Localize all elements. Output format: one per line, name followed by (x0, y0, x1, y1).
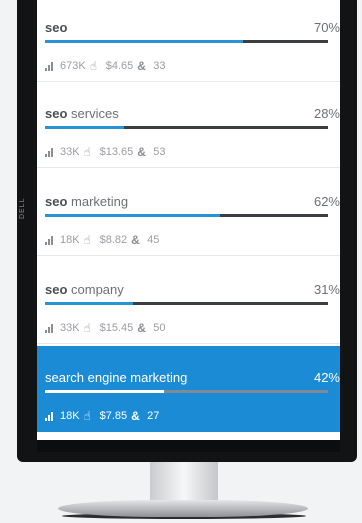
progress-track (45, 214, 328, 217)
keyword-stats: 33K ☝ $13.65 & 53 (45, 146, 165, 158)
competition-count: 50 (153, 322, 166, 334)
monitor-brand-label: DELL (19, 197, 26, 219)
progress-track (45, 302, 328, 305)
hand-pointer-icon: ☝ (83, 144, 91, 159)
hand-pointer-icon: ☝ (83, 232, 91, 247)
keyword-percent: 42% (313, 370, 340, 385)
cost-per-click: $8.82 (99, 234, 128, 246)
people-icon: & (137, 320, 146, 335)
bar-chart-icon (45, 235, 56, 245)
keyword-row-selected[interactable]: search engine marketing 42% 18K ☝ $7.85 … (37, 346, 340, 432)
cost-per-click: $4.65 (105, 60, 134, 72)
competition-count: 45 (147, 234, 160, 246)
hand-pointer-icon: ☝ (83, 408, 91, 423)
keyword-label: search engine marketing (45, 370, 188, 385)
progress-fill (45, 126, 125, 129)
progress-fill (45, 40, 244, 43)
keyword-row[interactable]: seo services 28% 33K ☝ $13.65 & 53 (37, 82, 340, 168)
keyword-percent: 62% (313, 194, 340, 209)
keyword-label: seo company (45, 282, 124, 297)
keyword-label: seo services (45, 106, 119, 121)
search-volume: 673K (60, 60, 86, 72)
screen: seo 70% 673K ☝ $4.65 & 33 seo services 2… (37, 0, 340, 452)
keyword-stats: 33K ☝ $15.45 & 50 (45, 322, 165, 334)
search-volume: 33K (60, 322, 80, 334)
progress-track (45, 40, 328, 43)
keyword-percent: 31% (313, 282, 340, 297)
people-icon: & (137, 58, 146, 73)
bar-chart-icon (45, 323, 56, 333)
bar-chart-icon (45, 147, 56, 157)
hand-pointer-icon: ☝ (83, 320, 91, 335)
monitor-stand-base (58, 500, 308, 517)
progress-fill (45, 214, 221, 217)
people-icon: & (131, 232, 140, 247)
progress-track (45, 390, 328, 393)
keyword-label: seo (45, 20, 68, 35)
screen-bottom-edge (37, 440, 340, 452)
search-volume: 18K (60, 234, 80, 246)
progress-fill (45, 302, 133, 305)
keyword-stats: 18K ☝ $7.85 & 27 (45, 410, 159, 422)
competition-count: 27 (147, 410, 160, 422)
bar-chart-icon (45, 411, 56, 421)
hand-pointer-icon: ☝ (89, 58, 98, 73)
people-icon: & (137, 144, 146, 159)
progress-fill (45, 390, 164, 393)
keyword-percent: 28% (313, 106, 340, 121)
keyword-percent: 70% (313, 20, 340, 35)
people-icon: & (131, 408, 140, 423)
keyword-stats: 18K ☝ $8.82 & 45 (45, 234, 159, 246)
keyword-row[interactable]: seo marketing 62% 18K ☝ $8.82 & 45 (37, 170, 340, 256)
keyword-label: seo marketing (45, 194, 129, 209)
competition-count: 33 (153, 60, 166, 72)
search-volume: 33K (60, 146, 80, 158)
competition-count: 53 (153, 146, 166, 158)
keyword-row[interactable]: seo company 31% 33K ☝ $15.45 & 50 (37, 258, 340, 344)
cost-per-click: $13.65 (99, 146, 134, 158)
cost-per-click: $7.85 (99, 410, 128, 422)
keyword-row[interactable]: seo 70% 673K ☝ $4.65 & 33 (37, 0, 340, 82)
keyword-stats: 673K ☝ $4.65 & 33 (45, 60, 165, 72)
progress-track (45, 126, 328, 129)
cost-per-click: $15.45 (99, 322, 134, 334)
bar-chart-icon (45, 61, 56, 71)
search-volume: 18K (60, 410, 80, 422)
